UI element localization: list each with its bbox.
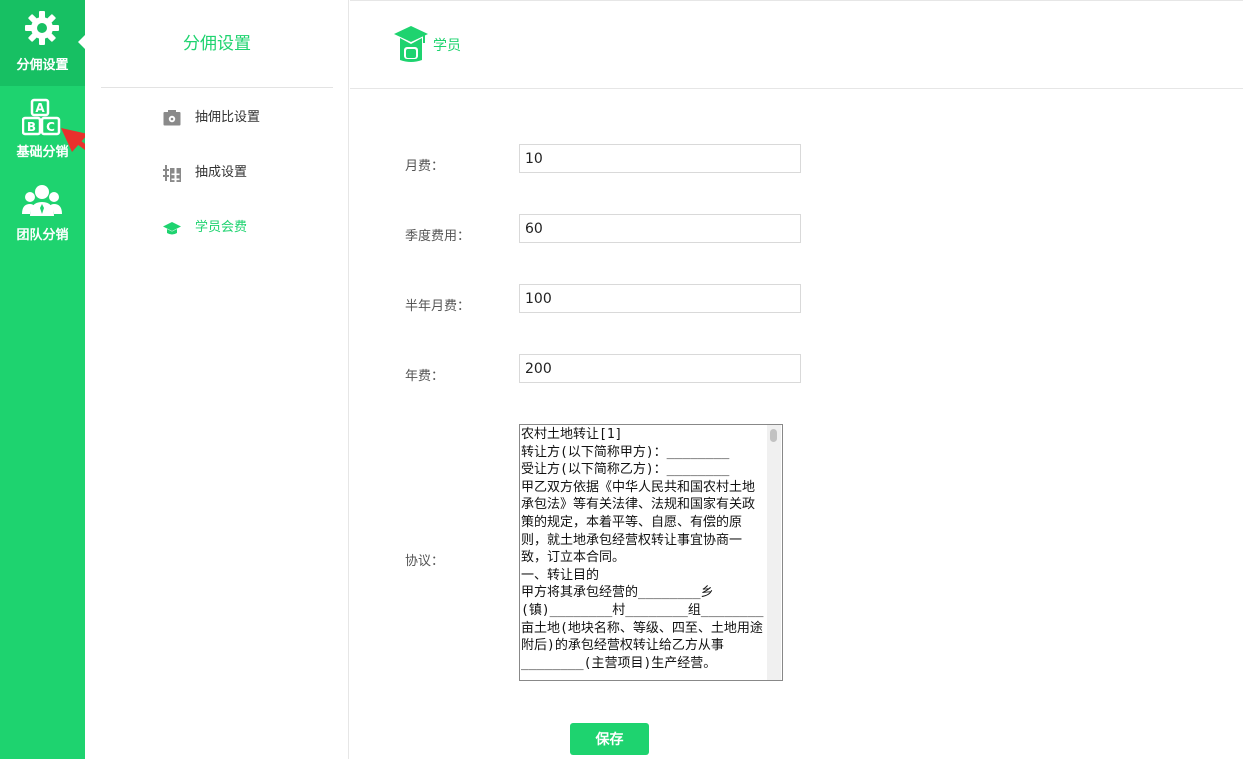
svg-text:B: B bbox=[27, 120, 36, 134]
gear-icon bbox=[25, 11, 59, 45]
submenu-item-label: 抽成设置 bbox=[195, 165, 248, 180]
page-title: 学员 bbox=[433, 38, 461, 54]
camera-gear-icon bbox=[163, 110, 181, 126]
agreement-label: 协议： bbox=[405, 554, 445, 569]
sub-menu: 分佣设置 抽佣比设置 抽成设置 学员会费 bbox=[85, 0, 349, 759]
agreement-textarea[interactable] bbox=[519, 424, 783, 681]
nav-item-label: 分佣设置 bbox=[16, 58, 69, 73]
quarterly-fee-label: 季度费用： bbox=[405, 229, 471, 244]
left-nav: 分佣设置 A B C 基础分销 团队分销 bbox=[0, 0, 85, 759]
content-header: 学员 bbox=[350, 0, 1243, 89]
quarterly-fee-input[interactable] bbox=[519, 214, 801, 243]
half-year-fee-input[interactable] bbox=[519, 284, 801, 313]
half-year-fee-label: 半年月费： bbox=[405, 299, 471, 314]
svg-text:C: C bbox=[46, 120, 55, 134]
chou-glyph-icon bbox=[163, 165, 181, 182]
monthly-fee-label: 月费： bbox=[405, 159, 445, 174]
graduation-cap-icon bbox=[163, 222, 181, 235]
yearly-fee-input[interactable] bbox=[519, 354, 801, 383]
agreement-scrollbar[interactable] bbox=[767, 425, 781, 680]
yearly-fee-label: 年费： bbox=[405, 369, 445, 384]
save-button[interactable]: 保存 bbox=[570, 723, 649, 755]
nav-item-commission-settings[interactable]: 分佣设置 bbox=[0, 0, 85, 86]
nav-item-label: 团队分销 bbox=[16, 228, 69, 243]
svg-text:A: A bbox=[35, 101, 45, 115]
scrollbar-thumb[interactable] bbox=[770, 429, 777, 442]
submenu-title: 分佣设置 bbox=[101, 0, 333, 88]
monthly-fee-input[interactable] bbox=[519, 144, 801, 173]
submenu-item-label: 学员会费 bbox=[195, 220, 248, 235]
submenu-item-label: 抽佣比设置 bbox=[195, 110, 261, 125]
active-indicator bbox=[78, 35, 85, 49]
student-graduation-icon bbox=[394, 26, 428, 62]
